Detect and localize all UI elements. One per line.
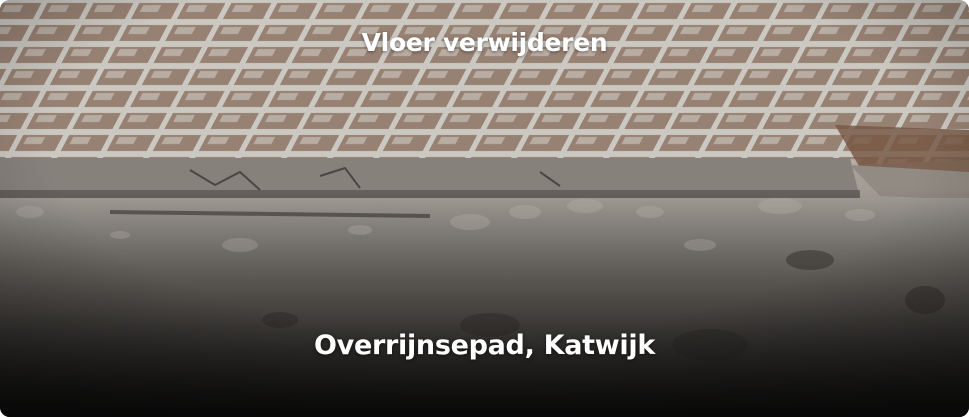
card-title: Vloer verwijderen [361, 28, 608, 57]
project-card[interactable]: Vloer verwijderen Overrijnsepad, Katwijk [0, 0, 969, 417]
card-location: Overrijnsepad, Katwijk [314, 330, 655, 361]
